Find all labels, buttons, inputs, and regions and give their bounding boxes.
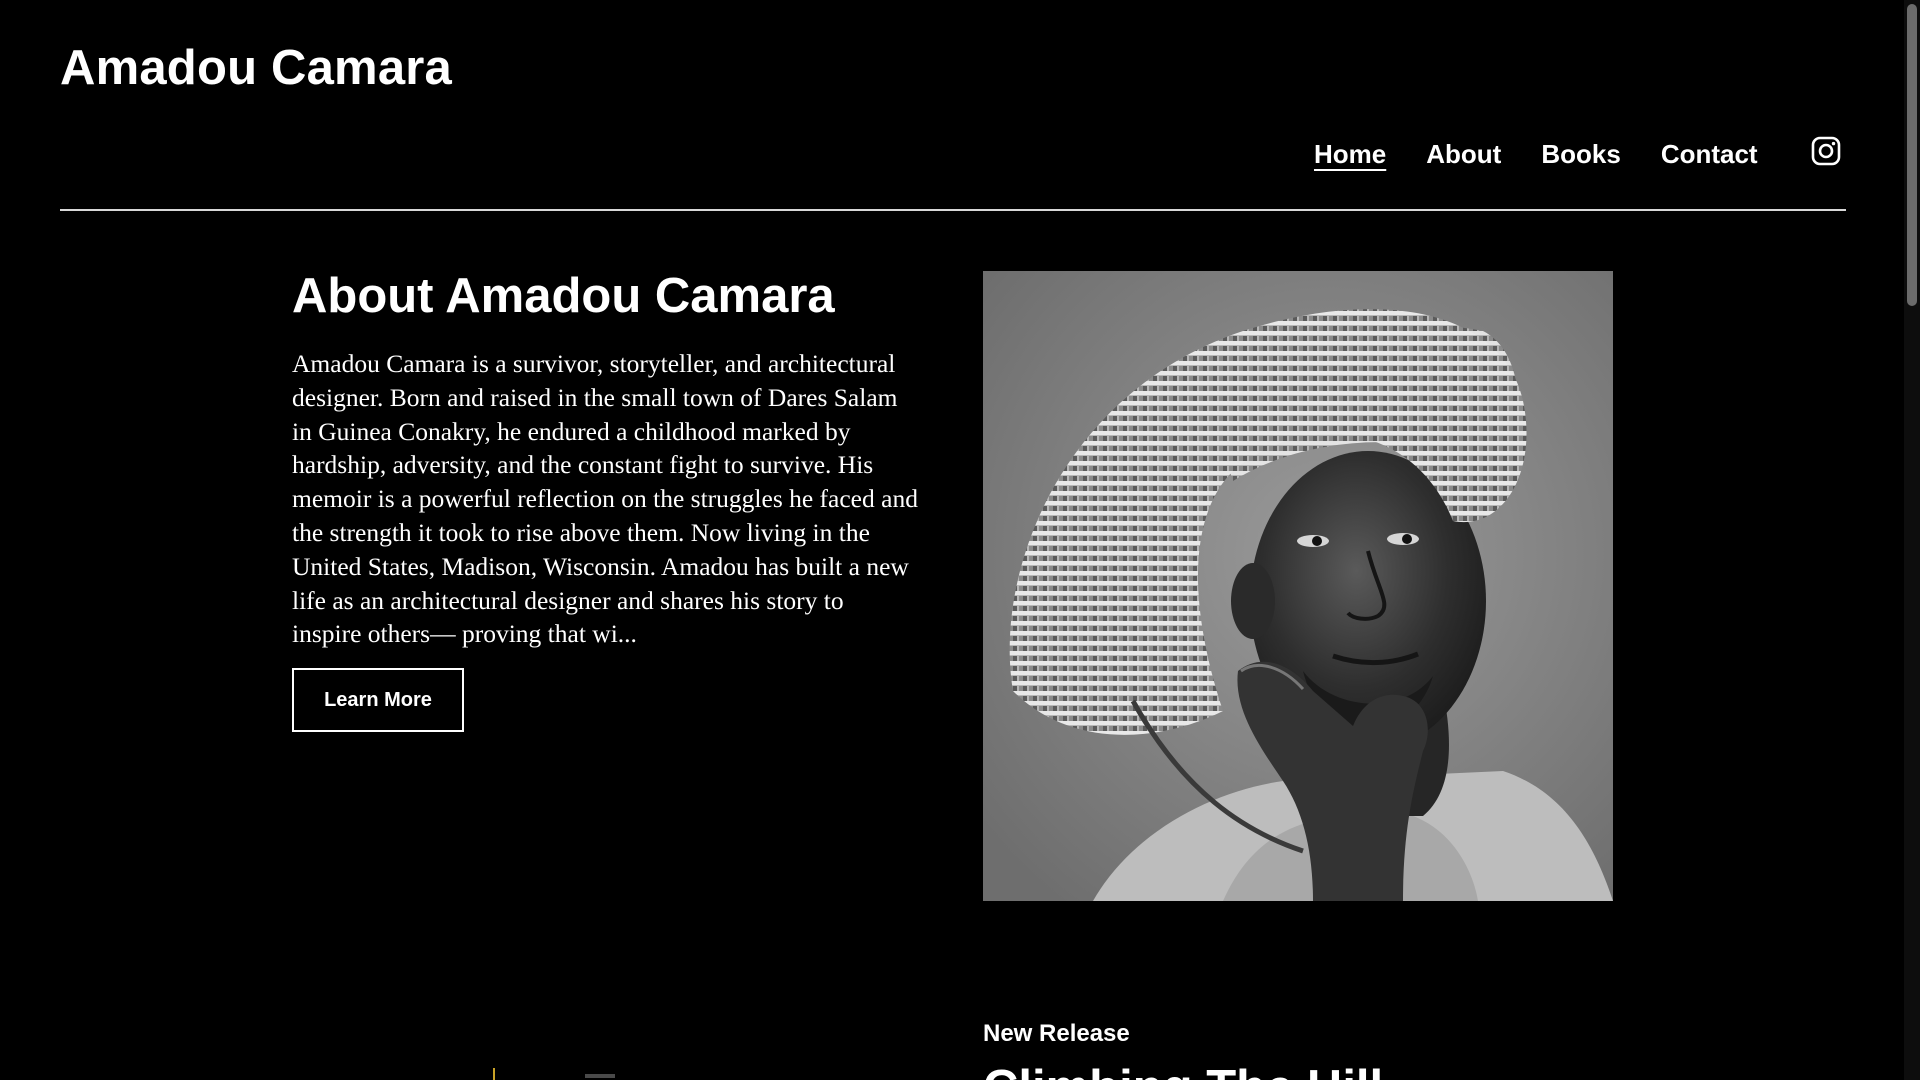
book-cover-image[interactable] <box>493 1068 753 1080</box>
new-release-label: New Release <box>983 1020 1130 1047</box>
scrollbar-thumb[interactable] <box>1907 4 1917 306</box>
about-bio: Amadou Camara is a survivor, storyteller… <box>292 349 918 649</box>
nav-contact-link[interactable]: Contact <box>1661 134 1758 174</box>
nav-home-link[interactable]: Home <box>1314 134 1386 174</box>
about-heading: About Amadou Camara <box>292 269 835 323</box>
instagram-icon[interactable] <box>1811 136 1841 166</box>
header-divider <box>60 209 1846 211</box>
page: Amadou Camara Home About Books Contact A… <box>0 0 1920 1080</box>
learn-more-button[interactable]: Learn More <box>292 668 464 732</box>
portrait-image <box>983 271 1613 901</box>
new-release-title[interactable]: Climbing The Hill <box>983 1058 1383 1080</box>
site-title[interactable]: Amadou Camara <box>60 38 452 98</box>
nav-books-link[interactable]: Books <box>1541 134 1620 174</box>
main-nav: Home About Books Contact <box>1314 134 1798 174</box>
nav-about-link[interactable]: About <box>1426 134 1501 174</box>
author-portrait <box>983 271 1613 901</box>
